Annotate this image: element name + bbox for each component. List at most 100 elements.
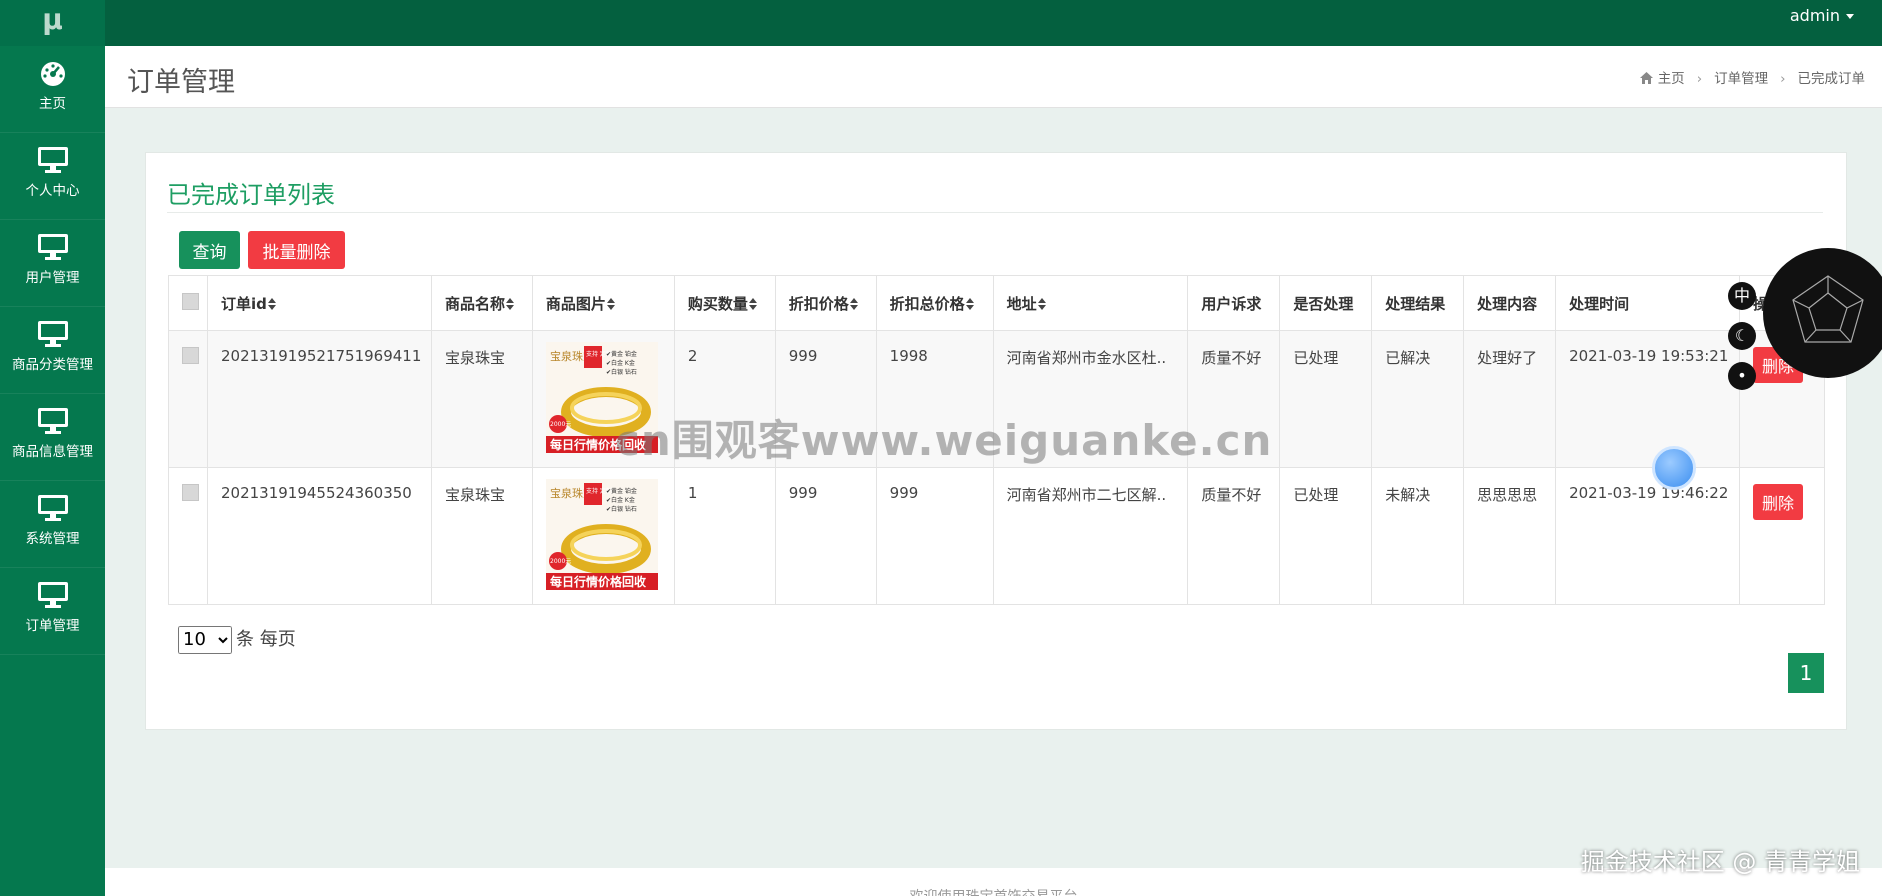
column-header[interactable]: 折扣价格 [774, 275, 877, 331]
time-cell: 2021-03-19 19:46:22 [1555, 467, 1740, 605]
product-name-cell: 宝泉珠宝 [430, 330, 533, 468]
column-header: 处理时间 [1555, 275, 1740, 331]
user-menu[interactable]: admin [1790, 6, 1854, 25]
corner-watermark: 掘金技术社区 @ 青青学姐 [1580, 848, 1860, 876]
column-header: 处理内容 [1463, 275, 1557, 331]
column-label: 用户诉求 [1201, 294, 1262, 313]
chevron-right-icon: › [1696, 71, 1703, 87]
product-name-cell: 宝泉珠宝 [430, 467, 533, 605]
table-row: 20213191945524360350 宝泉珠宝 宝泉珠宝 支持 定制 ✔黄金… [168, 467, 1826, 605]
column-label: 处理结果 [1385, 294, 1446, 313]
image-list-2: ✔白金 K金 [606, 359, 635, 367]
home-icon [1639, 72, 1653, 84]
time-cell: 2021-03-19 19:53:21 [1555, 330, 1740, 468]
breadcrumb-home[interactable]: 主页 [1658, 71, 1685, 87]
sort-icon [1037, 298, 1046, 310]
column-label: 订单id [220, 294, 267, 313]
sort-icon [965, 298, 974, 310]
column-label: 商品图片 [545, 294, 606, 313]
app-logo[interactable]: μ [0, 0, 105, 46]
sort-icon [606, 298, 615, 310]
column-label: 折扣总价格 [889, 294, 965, 313]
image-list-3: ✔白银 钻石 [606, 505, 637, 513]
order-id-cell: 20213191945524360350 [206, 467, 432, 605]
handled-cell: 已处理 [1279, 330, 1373, 468]
sidebar-item-products[interactable]: 商品信息管理 [0, 394, 105, 481]
column-label: 购买数量 [687, 294, 748, 313]
image-list-2: ✔白金 K金 [606, 496, 635, 504]
column-header[interactable]: 订单id [206, 275, 432, 331]
select-all-cell [168, 275, 208, 331]
query-button[interactable]: 查询 [179, 231, 240, 269]
sort-icon [748, 298, 757, 310]
sort-icon [505, 298, 514, 310]
column-label: 商品名称 [444, 294, 505, 313]
polyhedron-icon [1792, 275, 1864, 343]
column-header[interactable]: 地址 [992, 275, 1189, 331]
product-image[interactable]: 宝泉珠宝 支持 定制 ✔黄金 铂金 ✔白金 K金 ✔白银 钻石 2000元 每日… [545, 479, 658, 590]
sidebar-item-home[interactable]: 主页 [0, 46, 105, 133]
row-checkbox[interactable] [182, 484, 199, 501]
column-header[interactable]: 购买数量 [673, 275, 776, 331]
sidebar-item-category[interactable]: 商品分类管理 [0, 307, 105, 394]
monitor-icon [37, 582, 68, 608]
sidebar-item-profile[interactable]: 个人中心 [0, 133, 105, 220]
column-header: 处理结果 [1371, 275, 1465, 331]
content-cell: 思思思思 [1463, 467, 1557, 605]
column-header[interactable]: 折扣总价格 [875, 275, 994, 331]
sidebar-item-label: 商品分类管理 [12, 357, 93, 373]
column-header[interactable]: 商品图片 [531, 275, 675, 331]
side-toolbar: 中 ☾ • [1728, 282, 1756, 402]
delete-button[interactable]: 删除 [1752, 484, 1803, 520]
sidebar-item-label: 用户管理 [25, 270, 80, 286]
page-button-current[interactable]: 1 [1788, 653, 1824, 693]
column-header: 是否处理 [1279, 275, 1373, 331]
monitor-icon [37, 408, 68, 434]
chevron-right-icon: › [1780, 71, 1786, 87]
sidebar-item-label: 个人中心 [25, 183, 80, 199]
breadcrumb-orders[interactable]: 订单管理 [1714, 71, 1768, 87]
sidebar-item-users[interactable]: 用户管理 [0, 220, 105, 307]
sidebar-item-label: 订单管理 [25, 618, 80, 634]
page-header: 订单管理 主页 › 订单管理 › 已完成订单 [105, 46, 1882, 108]
sidebar-item-system[interactable]: 系统管理 [0, 481, 105, 568]
order-id-cell: 20213191952175196941​1 [206, 330, 432, 468]
page-title: 订单管理 [127, 67, 235, 98]
page-size-select[interactable]: 10 [178, 625, 232, 654]
row-select-cell [168, 467, 208, 605]
card-title: 已完成订单列表 [167, 181, 335, 209]
table-header-row: 订单id 商品名称 商品图片 购买数量 折扣价格 折扣总价格 地址 用户诉求 是… [168, 275, 1826, 331]
result-cell: 已解决 [1371, 330, 1465, 468]
column-header: 用户诉求 [1187, 275, 1281, 331]
monitor-icon [37, 321, 68, 347]
address-cell: 河南省郑州市二七区解.. [992, 467, 1189, 605]
product-image-cell: 宝泉珠宝 支持 定制 ✔黄金 铂金 ✔白金 K金 ✔白银 钻石 2000元 每日… [531, 467, 675, 605]
sidebar-item-label: 系统管理 [25, 531, 80, 547]
column-label: 是否处理 [1293, 294, 1354, 313]
top-bar: μ admin [0, 0, 1882, 46]
floating-widget[interactable] [1763, 248, 1882, 378]
sidebar-item-orders[interactable]: 订单管理 [0, 568, 105, 655]
moon-icon[interactable]: ☾ [1728, 322, 1756, 350]
floating-assist-ball[interactable] [1652, 446, 1696, 490]
quantity-cell: 1 [673, 467, 776, 605]
batch-delete-button[interactable]: 批量删除 [248, 231, 345, 269]
divider [167, 212, 1823, 213]
handled-cell: 已处理 [1279, 467, 1373, 605]
price-cell: 999 [774, 467, 877, 605]
appeal-cell: 质量不好 [1187, 467, 1281, 605]
row-checkbox[interactable] [182, 347, 199, 364]
more-icon[interactable]: • [1728, 362, 1756, 390]
total-cell: 999 [875, 467, 994, 605]
breadcrumb-current: 已完成订单 [1797, 71, 1866, 87]
breadcrumb: 主页 › 订单管理 › 已完成订单 [1639, 67, 1866, 87]
user-name: admin [1789, 6, 1840, 25]
column-label: 地址 [1006, 294, 1037, 313]
sidebar-item-label: 主页 [39, 96, 66, 112]
monitor-icon [37, 147, 68, 173]
column-header[interactable]: 商品名称 [430, 275, 533, 331]
select-all-checkbox[interactable] [182, 292, 199, 310]
language-toggle[interactable]: 中 [1728, 282, 1756, 310]
column-label: 处理时间 [1569, 294, 1630, 313]
content-cell: 处理好了 [1463, 330, 1557, 468]
